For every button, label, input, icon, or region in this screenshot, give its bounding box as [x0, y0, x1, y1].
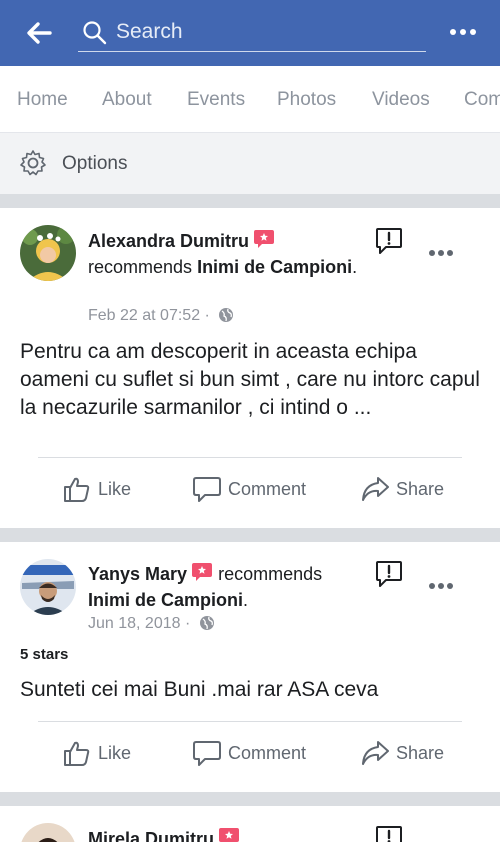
post-more-icon[interactable]	[428, 248, 454, 258]
top-bar: Search	[0, 0, 500, 66]
like-label: Like	[98, 742, 132, 763]
author-name[interactable]: Alexandra Dumitru	[88, 231, 249, 251]
like-button[interactable]: Like	[62, 474, 131, 504]
review-card: Mirela Dumitru	[0, 806, 500, 842]
avatar[interactable]	[20, 823, 76, 842]
tab-about[interactable]: About	[102, 89, 152, 111]
tab-photos[interactable]: Photos	[277, 89, 336, 111]
like-button[interactable]: Like	[62, 738, 131, 768]
more-options-icon[interactable]	[448, 24, 478, 40]
divider	[38, 457, 462, 458]
recommend-badge-icon	[219, 828, 240, 842]
review-card: Yanys Mary recommends Inimi de Campioni.…	[0, 542, 500, 792]
tab-videos[interactable]: Videos	[372, 89, 430, 111]
tab-community[interactable]: Com	[464, 89, 500, 111]
options-bar[interactable]: Options	[0, 132, 500, 194]
comment-button[interactable]: Comment	[192, 738, 306, 768]
search-input[interactable]: Search	[78, 14, 426, 52]
share-label: Share	[396, 742, 445, 763]
author-name[interactable]: Yanys Mary	[88, 564, 187, 584]
gear-icon	[20, 150, 46, 176]
avatar[interactable]	[20, 225, 76, 281]
comment-label: Comment	[228, 478, 307, 499]
section-separator	[0, 528, 500, 542]
globe-icon	[219, 308, 234, 322]
page-link[interactable]: Inimi de Campioni	[88, 590, 243, 610]
thumbs-up-icon	[64, 741, 90, 766]
avatar[interactable]	[20, 559, 76, 615]
comment-button[interactable]: Comment	[192, 474, 306, 504]
page-tabs: Home About Events Photos Videos Com	[0, 66, 500, 132]
review-card: Alexandra Dumitru recommends Inimi de Ca…	[0, 208, 500, 528]
section-separator	[0, 194, 500, 208]
recommend-badge-icon	[254, 230, 275, 248]
section-separator	[0, 792, 500, 806]
share-icon	[362, 477, 389, 501]
recommends-text: recommends	[218, 564, 323, 584]
period: .	[243, 590, 249, 610]
comment-icon	[193, 741, 221, 766]
report-icon[interactable]	[374, 559, 404, 589]
post-header: Mirela Dumitru	[88, 826, 358, 842]
search-icon	[83, 21, 107, 45]
period: .	[352, 257, 358, 277]
author-name[interactable]: Mirela Dumitru	[88, 829, 214, 842]
share-icon	[362, 741, 389, 765]
back-arrow-icon[interactable]	[24, 18, 54, 48]
post-date[interactable]: Feb 22 at 07:52	[88, 307, 200, 324]
report-icon[interactable]	[374, 226, 404, 256]
tab-home[interactable]: Home	[17, 89, 68, 111]
report-icon[interactable]	[374, 824, 404, 842]
thumbs-up-icon	[64, 477, 90, 502]
tab-events[interactable]: Events	[187, 89, 245, 111]
share-button[interactable]: Share	[360, 474, 444, 504]
comment-label: Comment	[228, 742, 307, 763]
recommend-badge-icon	[192, 563, 213, 581]
meta-dot: ·	[184, 615, 191, 632]
review-text: Sunteti cei mai Buni .mai rar ASA ceva	[20, 678, 379, 701]
comment-icon	[193, 477, 221, 502]
review-text: Pentru ca am descoperit in aceasta echip…	[20, 340, 480, 419]
like-label: Like	[98, 478, 132, 499]
meta-dot: ·	[204, 307, 210, 324]
recommends-text: recommends	[88, 257, 193, 277]
divider	[38, 721, 462, 722]
options-label: Options	[62, 153, 128, 174]
post-header: Yanys Mary recommends Inimi de Campioni.	[88, 561, 378, 613]
post-meta: Jun 18, 2018 ·	[88, 615, 215, 633]
rating-label: 5 stars	[20, 646, 69, 663]
share-label: Share	[396, 478, 445, 499]
search-placeholder: Search	[116, 20, 183, 43]
share-button[interactable]: Share	[360, 738, 444, 768]
post-date[interactable]: Jun 18, 2018	[88, 615, 181, 632]
page-link[interactable]: Inimi de Campioni	[197, 257, 352, 277]
globe-icon	[199, 616, 214, 630]
post-meta: Feb 22 at 07:52 ·	[88, 307, 234, 325]
post-header: Alexandra Dumitru recommends Inimi de Ca…	[88, 228, 358, 280]
post-more-icon[interactable]	[428, 581, 454, 591]
